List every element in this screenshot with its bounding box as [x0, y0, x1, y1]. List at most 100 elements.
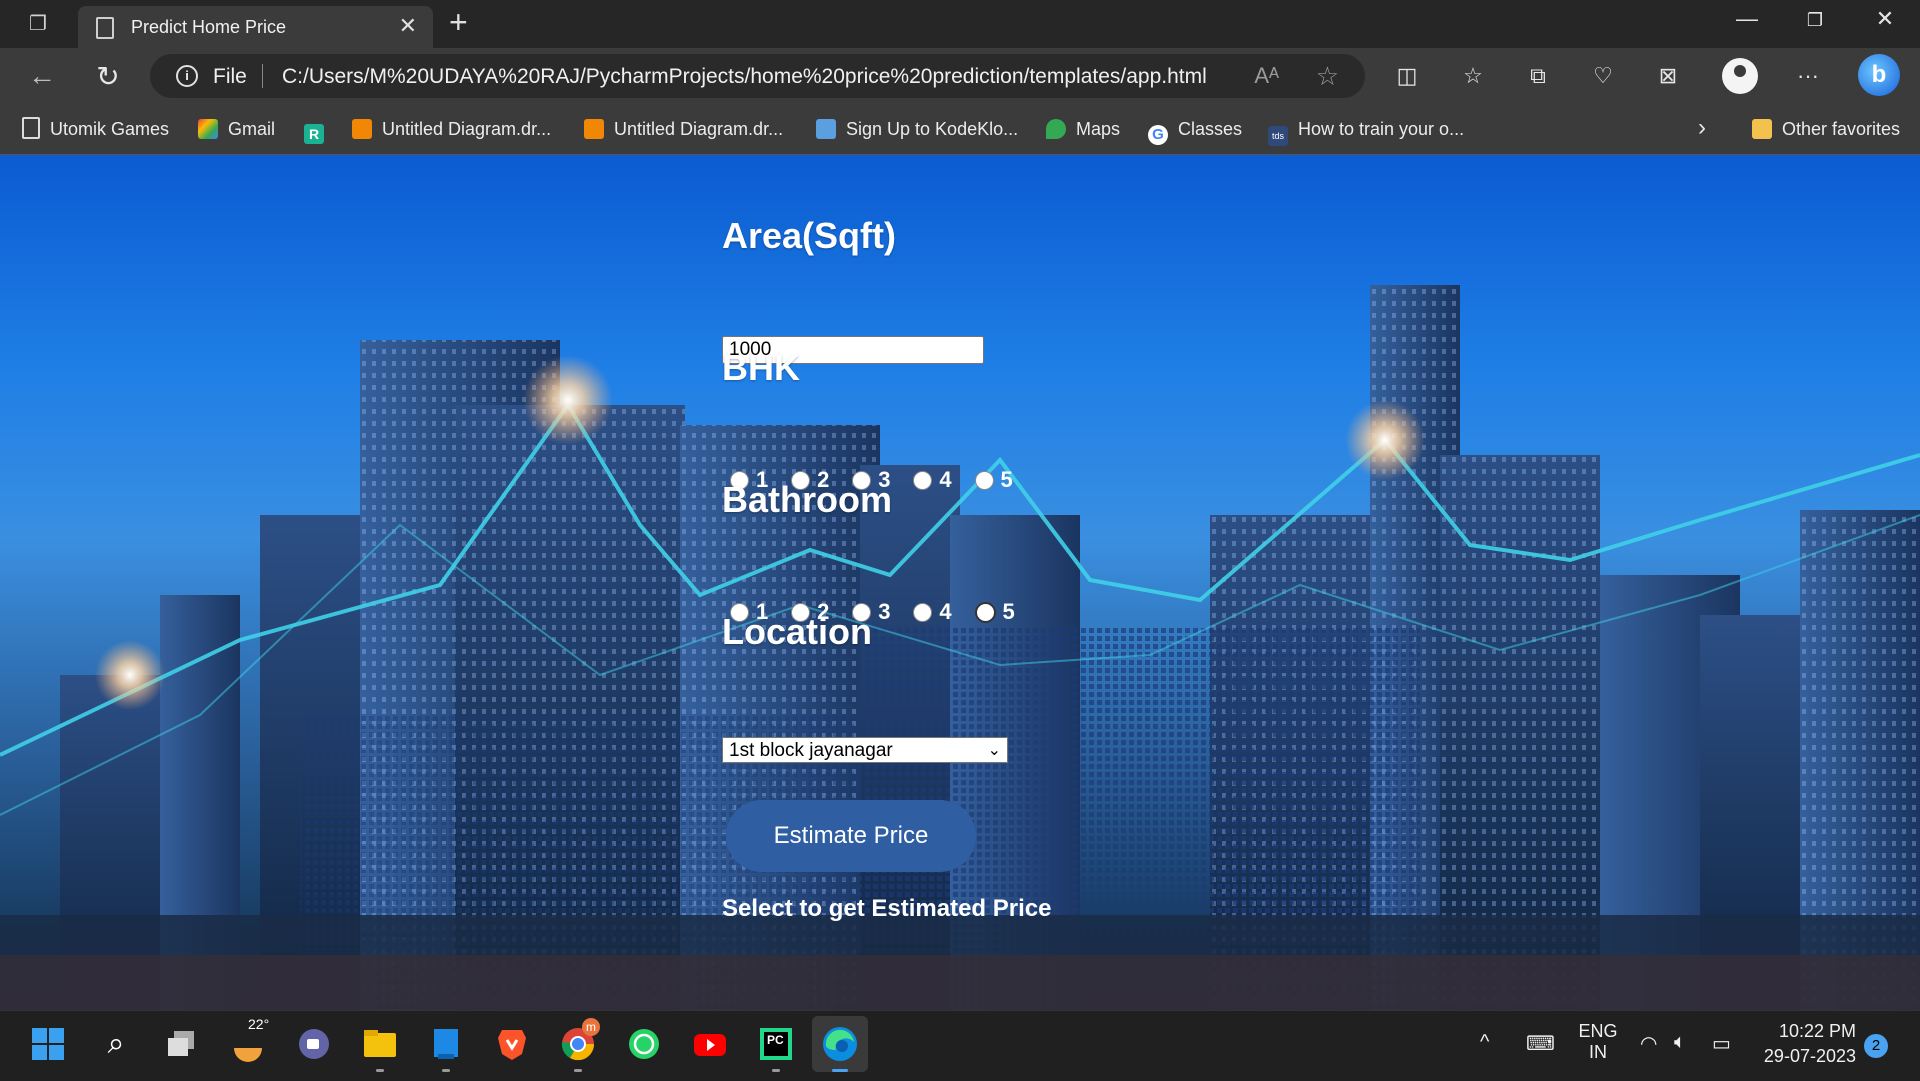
restore-icon[interactable]: ❐ — [1795, 10, 1835, 31]
location-label: Location — [722, 611, 872, 652]
favorite-diagram-1[interactable]: Untitled Diagram.dr... — [352, 116, 551, 142]
drawio-icon — [352, 119, 372, 139]
notepad-app-icon[interactable] — [426, 1024, 466, 1064]
favorite-tds[interactable]: tds How to train your o... — [1268, 116, 1465, 146]
favorites-icon[interactable]: ☆ — [1455, 58, 1491, 94]
weather-icon[interactable]: 22° — [228, 1016, 269, 1064]
running-indicator — [772, 1069, 780, 1072]
bath-option-label: 4 — [939, 599, 952, 625]
bath-radio-5[interactable] — [974, 601, 996, 623]
battery-icon[interactable]: ▭ — [1712, 1031, 1731, 1056]
address-bar[interactable]: i File C:/Users/M%20UDAYA%20RAJ/PycharmP… — [150, 54, 1365, 98]
math-solver-icon[interactable]: ⊠ — [1650, 58, 1686, 94]
favorite-utomik[interactable]: Utomik Games — [22, 116, 169, 142]
drawio-icon — [584, 119, 604, 139]
area-label: Area(Sqft) — [722, 215, 897, 256]
favorite-r-app[interactable]: R — [304, 116, 334, 144]
favorite-label: Utomik Games — [50, 119, 170, 139]
running-indicator — [442, 1069, 450, 1072]
minimize-icon[interactable]: — — [1727, 6, 1767, 32]
notification-badge[interactable]: 2 — [1864, 1034, 1888, 1058]
bhk-label: BHK — [722, 347, 800, 388]
address-toolbar: ← ↻ i File C:/Users/M%20UDAYA%20RAJ/Pych… — [0, 48, 1920, 104]
estimate-price-button[interactable]: Estimate Price — [726, 800, 976, 872]
bath-radio-4[interactable] — [913, 602, 933, 622]
location-selected-value: 1st block jayanagar — [729, 740, 893, 761]
favorite-label: Sign Up to KodeKlo... — [846, 119, 1019, 139]
info-icon[interactable]: i — [176, 65, 198, 87]
clock-date: 29-07-2023 — [1763, 1046, 1856, 1066]
new-tab-icon[interactable]: + — [449, 4, 468, 41]
location-select[interactable]: 1st block jayanagar ⌄ — [722, 737, 1008, 763]
start-icon[interactable] — [28, 1024, 68, 1064]
search-icon[interactable]: ⌕ — [96, 1024, 136, 1064]
chevron-up-icon[interactable]: ^ — [1480, 1031, 1489, 1054]
other-favorites[interactable]: Other favorites — [1752, 116, 1900, 142]
whatsapp-icon[interactable] — [624, 1024, 664, 1064]
r-app-icon: R — [304, 124, 324, 144]
google-icon: G — [1148, 125, 1168, 145]
clock-time: 10:22 PM — [1778, 1021, 1856, 1041]
bing-chat-icon[interactable]: b — [1858, 54, 1900, 96]
window-close-icon[interactable]: ✕ — [1865, 6, 1905, 32]
more-menu-icon[interactable]: ··· — [1790, 58, 1826, 94]
wifi-icon[interactable]: ◠ — [1640, 1031, 1657, 1056]
favorite-diagram-2[interactable]: Untitled Diagram.dr... — [584, 116, 783, 142]
url-separator — [262, 64, 263, 88]
maps-pin-icon — [1046, 119, 1066, 139]
windows-taskbar: ⌕ 22° m PC ^ ⌨ ENG IN ◠ 🔈︎ ▭ 10:22 PM 29… — [0, 1010, 1920, 1081]
favorite-kodekloud[interactable]: Sign Up to KodeKlo... — [816, 116, 1018, 142]
edge-icon[interactable] — [812, 1016, 868, 1072]
bhk-radio-5[interactable] — [974, 470, 994, 490]
refresh-icon[interactable]: ↻ — [88, 60, 128, 93]
pycharm-icon[interactable]: PC — [756, 1024, 796, 1064]
url-scheme: File — [213, 65, 247, 88]
favorite-label: How to train your o... — [1298, 119, 1465, 139]
file-explorer-icon[interactable] — [360, 1024, 400, 1064]
gmail-icon — [198, 119, 218, 139]
profile-avatar[interactable] — [1722, 58, 1758, 94]
keyboard-icon[interactable]: ⌨ — [1526, 1031, 1555, 1056]
city-skyline-background — [0, 285, 1920, 1010]
brave-browser-icon[interactable] — [492, 1024, 532, 1064]
tab-actions-icon[interactable]: ❐ — [18, 10, 58, 38]
read-aloud-icon[interactable]: Aᴬ — [1254, 63, 1279, 89]
page-icon — [22, 117, 40, 139]
favorites-bar: Utomik Games Gmail R Untitled Diagram.dr… — [0, 104, 1920, 155]
bhk-radio-4[interactable] — [913, 470, 933, 490]
favorite-star-icon[interactable]: ☆ — [1316, 61, 1339, 92]
region-code: IN — [1589, 1042, 1607, 1062]
clock[interactable]: 10:22 PM 29-07-2023 — [1762, 1021, 1856, 1067]
bhk-option-label: 5 — [1000, 467, 1013, 493]
favorite-gmail[interactable]: Gmail — [198, 116, 275, 142]
chevron-down-icon: ⌄ — [987, 742, 1001, 759]
chrome-icon[interactable]: m — [558, 1018, 600, 1064]
url-text[interactable]: C:/Users/M%20UDAYA%20RAJ/PycharmProjects… — [282, 65, 1207, 89]
favorite-label: Gmail — [228, 119, 276, 139]
favorite-label: Classes — [1178, 119, 1243, 139]
tab-close-icon[interactable]: ✕ — [399, 13, 417, 39]
bhk-option-label: 4 — [939, 467, 952, 493]
language-indicator[interactable]: ENG IN — [1578, 1021, 1618, 1063]
collections-icon[interactable]: ⧉ — [1520, 58, 1556, 94]
browser-tab-bar: ❐ Predict Home Price ✕ + — ❐ ✕ — [0, 0, 1920, 48]
split-screen-icon[interactable]: ◫ — [1389, 58, 1425, 94]
chevron-right-icon[interactable]: › — [1698, 114, 1706, 142]
running-indicator — [574, 1069, 582, 1072]
volume-icon[interactable]: 🔈︎ — [1674, 1031, 1686, 1054]
favorite-label: Untitled Diagram.dr... — [382, 119, 552, 139]
browser-tab[interactable]: Predict Home Price ✕ — [78, 6, 433, 48]
tds-icon: tds — [1268, 126, 1288, 146]
favorite-label: Other favorites — [1782, 119, 1901, 139]
task-view-icon[interactable] — [162, 1024, 202, 1064]
chrome-profile-badge: m — [582, 1018, 600, 1036]
browser-essentials-icon[interactable]: ♡ — [1585, 58, 1621, 94]
favorite-classes[interactable]: G Classes — [1148, 116, 1243, 145]
page-viewport: Area(Sqft) 1000 BHK 1 2 3 4 5 Bathroom 1… — [0, 155, 1920, 1010]
favorite-maps[interactable]: Maps — [1046, 116, 1120, 142]
active-indicator — [832, 1069, 848, 1072]
teams-chat-icon[interactable] — [294, 1024, 334, 1064]
back-icon[interactable]: ← — [22, 60, 62, 92]
youtube-icon[interactable] — [690, 1024, 730, 1064]
estimated-price-result: Select to get Estimated Price — [722, 895, 1052, 922]
